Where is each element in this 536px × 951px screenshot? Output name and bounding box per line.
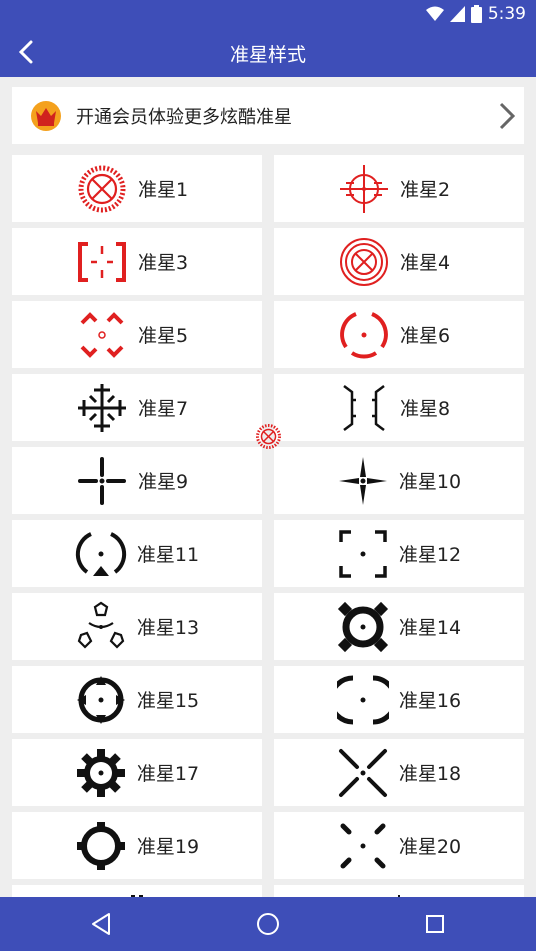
crosshair-14-icon: [337, 601, 388, 652]
toolbar: 准星样式: [0, 27, 536, 77]
vip-text: 开通会员体验更多炫酷准星: [76, 106, 292, 128]
crosshair-item-15[interactable]: 准星15: [12, 666, 262, 733]
crosshair-label: 准星4: [400, 252, 451, 274]
crosshair-18-icon: [338, 748, 387, 797]
crosshair-item-9[interactable]: 准星9: [12, 447, 262, 514]
crosshair-item-5[interactable]: 准星5: [12, 301, 262, 368]
crosshair-item-11[interactable]: 准星11: [12, 520, 262, 587]
crosshair-11-icon: [75, 531, 127, 576]
signal-icon: [449, 6, 465, 22]
crosshair-label: 准星7: [138, 398, 189, 420]
nav-recents-icon: [426, 915, 444, 933]
battery-icon: [470, 5, 482, 23]
page-title: 准星样式: [229, 44, 306, 66]
wifi-icon: [425, 6, 444, 21]
crosshair-7-icon: [78, 383, 126, 432]
crosshair-12-icon: [339, 529, 387, 578]
crosshair-label: 准星11: [136, 544, 200, 566]
crosshair-item-partial[interactable]: [12, 885, 262, 897]
crosshair-item-17[interactable]: 准星17: [12, 739, 262, 806]
crosshair-item-10[interactable]: 准星10: [274, 447, 524, 514]
crosshair-15-icon: [76, 675, 125, 724]
crosshair-label: 准星20: [398, 836, 462, 858]
crosshair-item-18[interactable]: 准星18: [274, 739, 524, 806]
crosshair-label: 准星1: [138, 179, 189, 201]
crosshair-item-8[interactable]: 准星8: [274, 374, 524, 441]
crosshair-item-1[interactable]: 准星1: [12, 155, 262, 222]
crosshair-item-6[interactable]: 准星6: [274, 301, 524, 368]
crosshair-label: 准星13: [136, 617, 200, 639]
crosshair-4-icon: [340, 237, 388, 286]
crosshair-label: 准星5: [138, 325, 189, 347]
crosshair-grid: 准星1 准星2 准星3 准星4 准星5 准星6 准星7 准星8 准星9 准星10…: [12, 155, 524, 897]
crosshair-17-icon: [76, 748, 125, 797]
chevron-right-icon: [499, 102, 516, 130]
vip-banner[interactable]: 开通会员体验更多炫酷准星: [12, 87, 524, 144]
status-icons: 5:39: [425, 4, 526, 24]
navigation-bar: [0, 897, 536, 951]
crosshair-item-4[interactable]: 准星4: [274, 228, 524, 295]
crosshair-3-icon: [78, 241, 126, 282]
crosshair-item-12[interactable]: 准星12: [274, 520, 524, 587]
crosshair-10-icon: [338, 456, 387, 505]
crosshair-13-icon: [77, 601, 125, 649]
crosshair-label: 准星2: [400, 179, 451, 201]
status-bar: 5:39: [0, 0, 536, 27]
status-time: 5:39: [487, 4, 526, 24]
crosshair-5-icon: [80, 311, 124, 358]
crosshair-label: 准星15: [136, 690, 200, 712]
crosshair-label: 准星8: [400, 398, 451, 420]
floating-crosshair-icon[interactable]: [255, 423, 282, 450]
crosshair-item-20[interactable]: 准星20: [274, 812, 524, 879]
crosshair-label: 准星16: [398, 690, 462, 712]
crosshair-label: 准星6: [400, 325, 451, 347]
crosshair-item-16[interactable]: 准星16: [274, 666, 524, 733]
nav-back-icon: [92, 913, 110, 935]
crosshair-2-icon: [340, 164, 388, 213]
nav-home-button[interactable]: [251, 907, 285, 941]
nav-back-button[interactable]: [84, 907, 118, 941]
crosshair-item-partial[interactable]: [274, 885, 524, 897]
crosshair-9-icon: [78, 456, 126, 505]
crosshair-list[interactable]: 开通会员体验更多炫酷准星 准星1 准星2 准星3 准星4 准星5 准星6 准星7…: [0, 77, 536, 897]
nav-recents-button[interactable]: [418, 907, 452, 941]
crosshair-8-icon: [343, 384, 385, 431]
crosshair-item-3[interactable]: 准星3: [12, 228, 262, 295]
crosshair-20-icon: [340, 823, 386, 868]
crosshair-item-14[interactable]: 准星14: [274, 593, 524, 660]
crosshair-label: 准星14: [398, 617, 462, 639]
crosshair-6-icon: [340, 311, 388, 358]
crosshair-item-2[interactable]: 准星2: [274, 155, 524, 222]
crosshair-label: 准星3: [138, 252, 189, 274]
crosshair-label: 准星12: [398, 544, 462, 566]
crosshair-label: 准星10: [398, 471, 462, 493]
crosshair-label: 准星19: [136, 836, 200, 858]
nav-home-icon: [257, 913, 279, 935]
crosshair-19-icon: [76, 821, 125, 870]
crosshair-item-13[interactable]: 准星13: [12, 593, 262, 660]
crosshair-label: 准星9: [138, 471, 189, 493]
crosshair-item-7[interactable]: 准星7: [12, 374, 262, 441]
crosshair-16-icon: [336, 675, 389, 724]
crosshair-1-icon: [78, 165, 126, 212]
crosshair-item-19[interactable]: 准星19: [12, 812, 262, 879]
crosshair-label: 准星17: [136, 763, 200, 785]
crown-icon: [31, 100, 61, 131]
crosshair-label: 准星18: [398, 763, 462, 785]
